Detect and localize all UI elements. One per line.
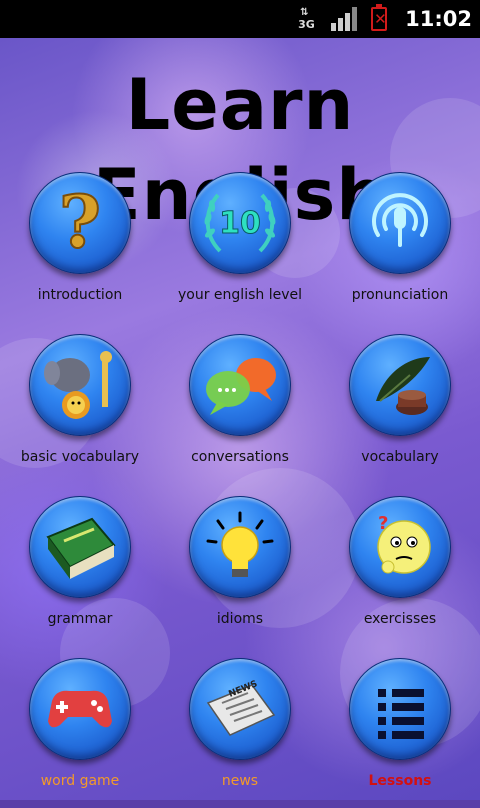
list-icon[interactable] — [349, 658, 451, 760]
gamepad-icon[interactable] — [29, 658, 131, 760]
menu-item-grammar[interactable]: grammar — [0, 496, 160, 646]
menu-label: idioms — [216, 611, 264, 627]
menu-label: conversations — [191, 449, 289, 465]
menu-item-news[interactable]: NEWS news — [160, 658, 320, 808]
menu-item-basic-vocabulary[interactable]: basic vocabulary — [0, 334, 160, 484]
speech-bubbles-icon[interactable] — [189, 334, 291, 436]
menu-label: introduction — [37, 287, 123, 303]
menu-item-exercisses[interactable]: ? exercisses — [320, 496, 480, 646]
podcast-microphone-icon[interactable] — [349, 172, 451, 274]
quill-inkwell-icon[interactable] — [349, 334, 451, 436]
menu-label: Lessons — [368, 773, 432, 789]
animals-icon[interactable] — [29, 334, 131, 436]
menu-label: basic vocabulary — [20, 449, 140, 465]
question-mark-icon[interactable]: ? — [29, 172, 131, 274]
menu-item-your-english-level[interactable]: 10 your english level — [160, 172, 320, 322]
menu-label: news — [221, 773, 259, 789]
menu-item-pronunciation[interactable]: pronunciation — [320, 172, 480, 322]
menu-item-lessons[interactable]: Lessons — [320, 658, 480, 808]
light-bulb-icon[interactable] — [189, 496, 291, 598]
thinking-face-icon[interactable]: ? — [349, 496, 451, 598]
status-clock: 11:02 — [405, 7, 472, 31]
menu-label: pronunciation — [351, 287, 449, 303]
signal-bars-icon — [331, 7, 358, 31]
status-bar: ⇅ 3G ✕ 11:02 — [0, 0, 480, 38]
dictionary-book-icon[interactable] — [29, 496, 131, 598]
newspaper-icon[interactable]: NEWS — [189, 658, 291, 760]
menu-item-idioms[interactable]: idioms — [160, 496, 320, 646]
menu-item-conversations[interactable]: conversations — [160, 334, 320, 484]
menu-label: exercisses — [363, 611, 437, 627]
menu-label: vocabulary — [361, 449, 439, 465]
network-type: 3G — [298, 18, 315, 31]
level-laurel-icon[interactable]: 10 — [189, 172, 291, 274]
menu-label: grammar — [47, 611, 113, 627]
svg-text:?: ? — [59, 179, 101, 264]
svg-text:?: ? — [378, 513, 388, 534]
menu-item-word-game[interactable]: word game — [0, 658, 160, 808]
data-arrows-icon: ⇅ 3G — [298, 7, 315, 31]
menu-label: your english level — [178, 287, 302, 303]
battery-empty-icon: ✕ — [371, 4, 388, 31]
level-badge: 10 — [219, 206, 261, 241]
menu-item-introduction[interactable]: ? introduction — [0, 172, 160, 322]
menu-item-vocabulary[interactable]: vocabulary — [320, 334, 480, 484]
menu-label: word game — [40, 773, 120, 789]
